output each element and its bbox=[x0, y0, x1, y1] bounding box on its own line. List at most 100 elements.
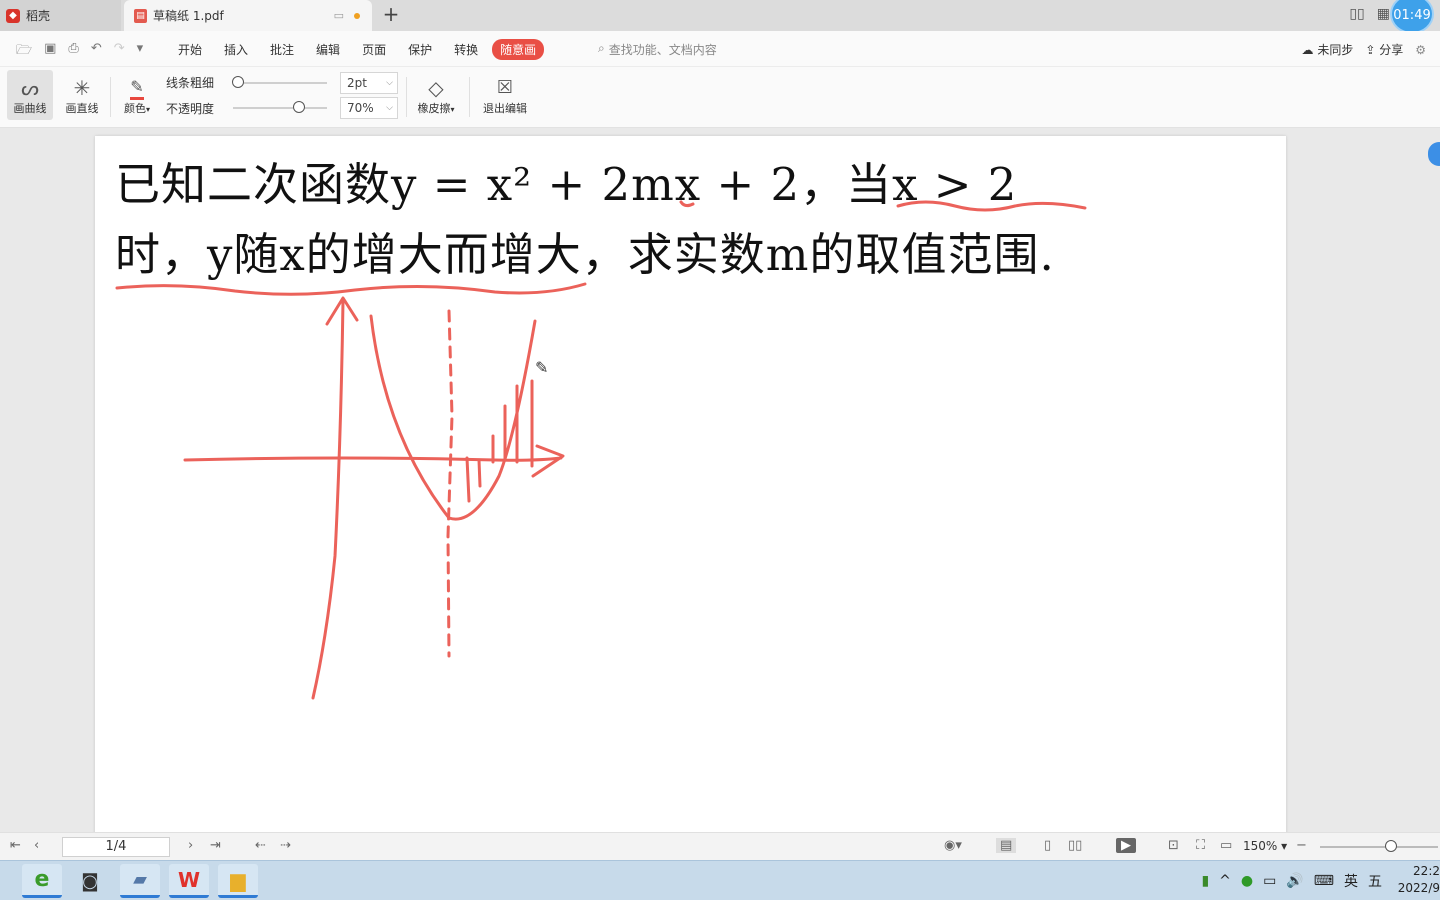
tick-mark-stroke bbox=[679, 200, 695, 208]
zoom-slider[interactable] bbox=[1320, 846, 1438, 848]
last-page-icon[interactable]: ⇥ bbox=[210, 838, 221, 853]
camera-button[interactable]: ◙ bbox=[70, 864, 110, 898]
draw-line-button[interactable]: ✳ 画直线 bbox=[59, 70, 105, 120]
volume-icon[interactable]: 🔊 bbox=[1286, 873, 1303, 889]
drawing-toolbar: ᔕ 画曲线 ✳ 画直线 ✎ 颜色▾ 线条粗细 不透明度 2pt ⌵ 70% ⌵ ◇ … bbox=[0, 67, 1440, 128]
chevron-down-icon: ⌵ bbox=[386, 103, 393, 113]
network-drive-button[interactable]: ▰ bbox=[120, 864, 160, 898]
system-clock[interactable]: 22:2 2022/9 bbox=[1398, 863, 1440, 897]
zoom-out-icon[interactable]: − bbox=[1296, 838, 1307, 853]
menu-page[interactable]: 页面 bbox=[354, 39, 394, 60]
opacity-select[interactable]: 70% ⌵ bbox=[340, 97, 398, 119]
opacity-slider[interactable] bbox=[233, 107, 327, 109]
undo-icon[interactable]: ↶ bbox=[91, 41, 102, 63]
side-panel-toggle[interactable] bbox=[1428, 142, 1440, 166]
zoom-value: 150% bbox=[1243, 839, 1278, 853]
wps-office-button[interactable]: W bbox=[169, 864, 209, 898]
color-label: 颜色 bbox=[123, 102, 146, 115]
color-picker-button[interactable]: ✎ 颜色▾ bbox=[114, 70, 160, 120]
search-icon: ⌕ bbox=[598, 41, 605, 55]
show-hidden-icons-icon[interactable]: ^ bbox=[1219, 873, 1231, 889]
opacity-label: 不透明度 bbox=[166, 102, 215, 116]
customize-icon[interactable]: ▾ bbox=[137, 41, 144, 63]
forward-icon[interactable]: ⇢ bbox=[280, 838, 291, 853]
file-explorer-icon: ▆ bbox=[230, 867, 246, 892]
ie-browser-button[interactable]: e bbox=[22, 864, 62, 898]
fit-page-icon[interactable]: ⛶ bbox=[1196, 838, 1205, 853]
open-folder-icon[interactable]: 🗁 bbox=[16, 41, 32, 63]
document-viewport[interactable]: 已知二次函数y = x² + 2mx + 2，当x > 2 时，y随x的增大而增… bbox=[0, 128, 1440, 836]
draw-curve-label: 画曲线 bbox=[13, 102, 47, 115]
settings-icon[interactable]: ⚙ bbox=[1415, 43, 1426, 57]
feature-search[interactable]: ⌕ 查找功能、文档内容 bbox=[598, 41, 717, 58]
pdf-page[interactable]: 已知二次函数y = x² + 2mx + 2，当x > 2 时，y随x的增大而增… bbox=[95, 136, 1286, 836]
hatch-stroke-2 bbox=[477, 458, 482, 488]
menu-convert[interactable]: 转换 bbox=[446, 39, 486, 60]
zoom-level[interactable]: 150% ▾ bbox=[1243, 839, 1287, 853]
tab-pdf-document[interactable]: ▤ 草稿纸 1.pdf ▭ bbox=[124, 0, 372, 31]
layout-icon[interactable]: ▯▯ bbox=[1349, 6, 1364, 22]
keyboard-icon[interactable]: ⌨ bbox=[1314, 873, 1334, 889]
single-page-icon[interactable]: ▯ bbox=[1044, 838, 1051, 853]
divider bbox=[110, 77, 111, 117]
print-icon[interactable]: ⎙ bbox=[68, 41, 78, 63]
menu-insert[interactable]: 插入 bbox=[216, 39, 256, 60]
tab-docer[interactable]: ◆ 稻壳 bbox=[0, 0, 121, 31]
continuous-scroll-icon[interactable]: ▤ bbox=[996, 838, 1017, 853]
eraser-button[interactable]: ◇ 橡皮擦▾ bbox=[410, 70, 462, 120]
search-placeholder: 查找功能、文档内容 bbox=[608, 43, 717, 57]
line-width-slider[interactable] bbox=[233, 82, 327, 84]
page-number-input[interactable]: 1/4 bbox=[62, 837, 170, 857]
grid-apps-icon[interactable]: ▦ bbox=[1377, 6, 1390, 22]
security-icon[interactable]: ● bbox=[1241, 873, 1253, 889]
exit-edit-button[interactable]: ☒ 退出编辑 bbox=[477, 70, 533, 120]
fit-width-icon[interactable]: ▭ bbox=[1220, 838, 1232, 853]
cloud-icon: ☁ bbox=[1301, 43, 1314, 57]
line-width-knob[interactable] bbox=[231, 76, 244, 88]
axis-of-symmetry-stroke bbox=[446, 309, 454, 658]
pin-icon[interactable]: ▭ bbox=[334, 9, 344, 22]
next-page-icon[interactable]: › bbox=[188, 838, 193, 853]
prev-page-icon[interactable]: ‹ bbox=[34, 838, 39, 853]
pdf-file-icon: ▤ bbox=[134, 8, 147, 23]
ie-browser-icon: e bbox=[34, 867, 50, 892]
ime-language[interactable]: 英 bbox=[1344, 871, 1358, 891]
underline-stroke-1 bbox=[896, 200, 1087, 212]
battery-icon[interactable]: ▮ bbox=[1201, 873, 1209, 889]
double-page-icon[interactable]: ▯▯ bbox=[1068, 838, 1082, 853]
sync-label: 未同步 bbox=[1317, 43, 1354, 57]
tab-label: 草稿纸 1.pdf bbox=[153, 9, 224, 23]
menu-annotate[interactable]: 批注 bbox=[262, 39, 302, 60]
menu-protect[interactable]: 保护 bbox=[400, 39, 440, 60]
play-slideshow-icon[interactable]: ▶ bbox=[1116, 838, 1136, 853]
opacity-knob[interactable] bbox=[292, 101, 305, 113]
zoom-knob[interactable] bbox=[1385, 840, 1397, 852]
file-explorer-button[interactable]: ▆ bbox=[218, 864, 258, 898]
draw-curve-button[interactable]: ᔕ 画曲线 bbox=[7, 70, 53, 120]
network-icon[interactable]: ▭ bbox=[1263, 873, 1276, 889]
y-axis-stroke bbox=[311, 299, 345, 700]
save-icon[interactable]: ▣ bbox=[44, 41, 56, 63]
redo-icon[interactable]: ↷ bbox=[114, 41, 125, 63]
underline-stroke-2 bbox=[115, 282, 587, 296]
eye-protection-icon[interactable]: ◉▾ bbox=[944, 838, 962, 853]
pen-cursor-icon: ✎ bbox=[535, 358, 549, 377]
line-width-select[interactable]: 2pt ⌵ bbox=[340, 72, 398, 94]
exit-edit-label: 退出编辑 bbox=[483, 102, 527, 115]
eraser-label-row: 橡皮擦▾ bbox=[417, 100, 454, 116]
sync-button[interactable]: ☁ 未同步 bbox=[1301, 41, 1353, 58]
actual-size-icon[interactable]: ⊡ bbox=[1168, 838, 1179, 853]
first-page-icon[interactable]: ⇤ bbox=[10, 838, 21, 853]
menu-edit[interactable]: 编辑 bbox=[308, 39, 348, 60]
tab-strip: ◆ 稻壳 ▤ 草稿纸 1.pdf ▭ + ▯▯ ▦ 01:49 bbox=[0, 0, 1440, 34]
share-label: 分享 bbox=[1379, 43, 1404, 57]
menu-start[interactable]: 开始 bbox=[170, 39, 210, 60]
unsaved-dot-icon bbox=[354, 12, 360, 19]
new-tab-button[interactable]: + bbox=[380, 4, 402, 26]
share-button[interactable]: ⇪ 分享 bbox=[1365, 41, 1403, 58]
clock-badge[interactable]: 01:49 bbox=[1390, 0, 1434, 34]
menu-freehand-draw[interactable]: 随意画 bbox=[492, 39, 545, 60]
dropdown-caret-icon: ▾ bbox=[145, 105, 150, 114]
back-icon[interactable]: ⇠ bbox=[255, 838, 266, 853]
ime-mode[interactable]: 五 bbox=[1368, 871, 1382, 891]
